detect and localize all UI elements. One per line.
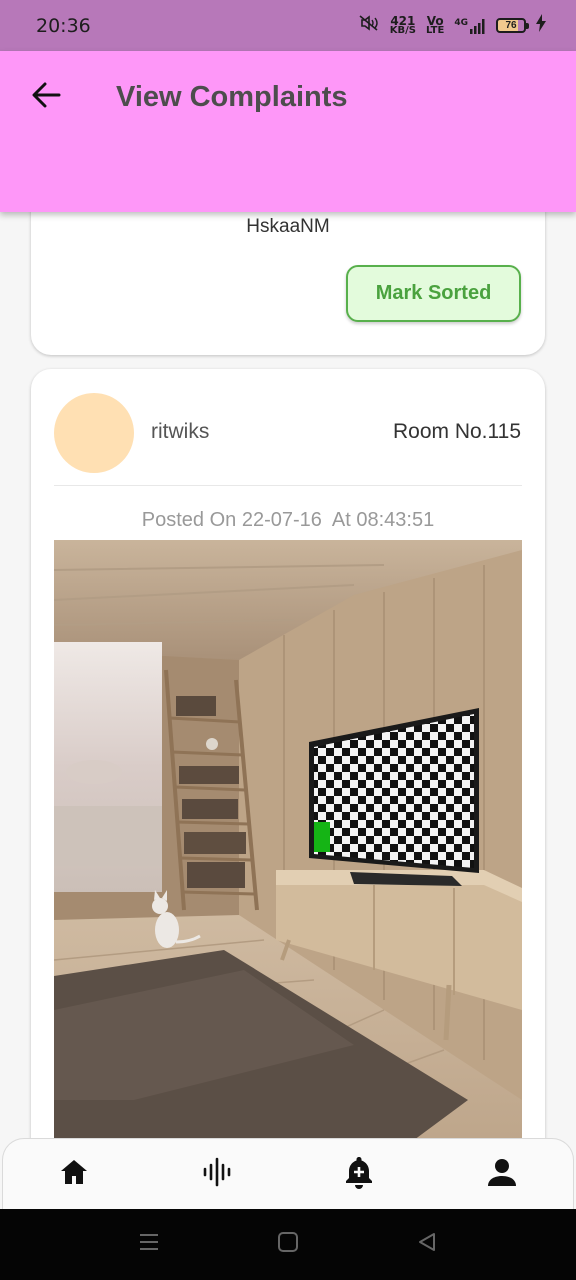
back-button[interactable] [26, 79, 66, 115]
charging-icon [536, 14, 546, 37]
complaint-card: ritwiks Room No.115 Posted On 22-07-16 A… [31, 369, 545, 1138]
status-time: 20:36 [36, 14, 91, 37]
room-number: Room No.115 [392, 420, 521, 443]
complaint-card: HskaaNM Mark Sorted [31, 212, 545, 355]
home-icon [59, 1157, 89, 1192]
avatar [54, 393, 134, 473]
battery-icon: 76 [496, 18, 529, 33]
nav-audio[interactable] [187, 1144, 247, 1204]
arrow-left-icon [31, 82, 61, 113]
back-triangle-icon [416, 1231, 438, 1258]
home-square-icon [277, 1231, 299, 1258]
mark-sorted-button[interactable]: Mark Sorted [346, 265, 521, 322]
volte-indicator: Vo LTE [425, 15, 445, 36]
volte-bottom: LTE [425, 24, 445, 36]
system-home-button[interactable] [273, 1230, 303, 1260]
complaint-description: HskaaNM [246, 216, 330, 237]
notification-add-icon [343, 1155, 375, 1194]
page-title: View Complaints [116, 81, 348, 113]
app-bar: View Complaints [0, 51, 576, 212]
posted-timestamp: Posted On 22-07-16 At 08:43:51 [141, 509, 435, 531]
net-speed-unit: KB/S [389, 24, 416, 36]
nav-home[interactable] [44, 1144, 104, 1204]
nav-add-complaint[interactable] [329, 1144, 389, 1204]
bottom-navigation [2, 1138, 574, 1209]
signal-icon: 4G [454, 18, 486, 34]
divider [54, 485, 522, 486]
audio-wave-icon [201, 1156, 233, 1193]
recents-icon [138, 1232, 160, 1257]
system-navigation [0, 1209, 576, 1280]
nav-profile[interactable] [472, 1144, 532, 1204]
mute-icon [358, 14, 380, 37]
net-speed: 421 KB/S [389, 15, 416, 36]
status-icons: 421 KB/S Vo LTE 4G 76 [358, 14, 546, 37]
network-type: 4G [454, 17, 468, 28]
battery-level: 76 [505, 20, 517, 31]
username: ritwiks [151, 420, 210, 443]
complaint-photo [54, 540, 522, 1138]
status-bar: 20:36 421 KB/S Vo LTE 4G 76 [0, 0, 576, 51]
system-back-button[interactable] [412, 1230, 442, 1260]
recents-button[interactable] [134, 1230, 164, 1260]
person-icon [487, 1157, 517, 1192]
complaints-list[interactable]: HskaaNM Mark Sorted ritwiks Room No.115 … [0, 212, 576, 1138]
